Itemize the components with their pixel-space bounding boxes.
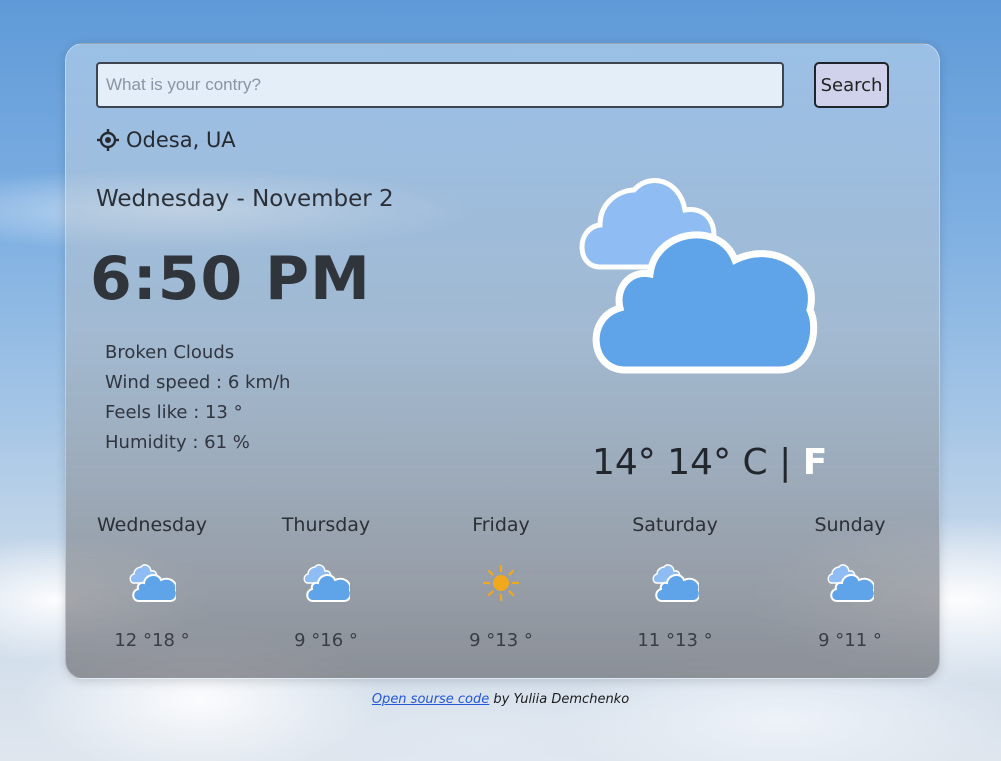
humidity: Humidity : 61 % [105,432,250,453]
forecast-temps: 9 °13 ° [469,630,533,651]
forecast-day: Thursday 9 °16 ° [239,510,413,651]
weather-details: Broken Clouds Wind speed : 6 km/h Feels … [105,338,290,458]
broken-clouds-icon [763,548,937,618]
current-time: 6:50 PM [90,244,371,314]
temp-value: 14° [592,442,656,483]
forecast-temps: 11 °13 ° [637,630,713,651]
forecast: Wednesday 12 °18 ° Thursday 9 °16 ° Frid… [65,510,938,670]
forecast-temps: 12 °18 ° [114,630,190,651]
forecast-day-name: Thursday [281,514,371,536]
temp-unit-display: 14° [667,442,732,483]
celsius-toggle[interactable]: C [743,442,768,483]
current-date: Wednesday - November 2 [96,186,394,212]
location-target-icon [96,128,120,152]
forecast-temps: 9 °16 ° [294,630,358,651]
forecast-temps: 9 °11 ° [818,630,882,651]
location-label: Odesa, UA [126,128,236,152]
location: Odesa, UA [96,128,236,152]
wind-speed: Wind speed : 6 km/h [105,372,291,393]
source-code-link[interactable]: Open sourse code [372,692,489,707]
forecast-day: Saturday 11 °13 ° [588,510,762,651]
forecast-day: Sunday 9 °11 ° [763,510,937,651]
sun-icon [414,548,588,618]
footer-author: by Yuliia Demchenko [489,692,630,707]
current-temperature: 14° 14° C | F [592,442,827,483]
broken-clouds-icon [588,548,762,618]
feels-like: Feels like : 13 ° [105,402,243,423]
search-button[interactable]: Search [814,62,889,108]
fahrenheit-toggle[interactable]: F [803,442,828,483]
forecast-day-name: Saturday [632,514,718,536]
forecast-day: Wednesday 12 °18 ° [65,510,239,651]
forecast-day-name: Wednesday [96,514,207,536]
unit-separator: | [779,442,792,483]
weather-description: Broken Clouds [105,342,235,363]
forecast-day-name: Friday [472,514,530,536]
forecast-day-name: Sunday [814,514,886,536]
broken-clouds-icon [65,548,239,618]
forecast-day: Friday 9 °13 ° [414,510,588,651]
search-input[interactable] [96,62,784,108]
footer: Open sourse code by Yuliia Demchenko [0,692,1001,707]
broken-clouds-icon [570,170,820,384]
broken-clouds-icon [239,548,413,618]
